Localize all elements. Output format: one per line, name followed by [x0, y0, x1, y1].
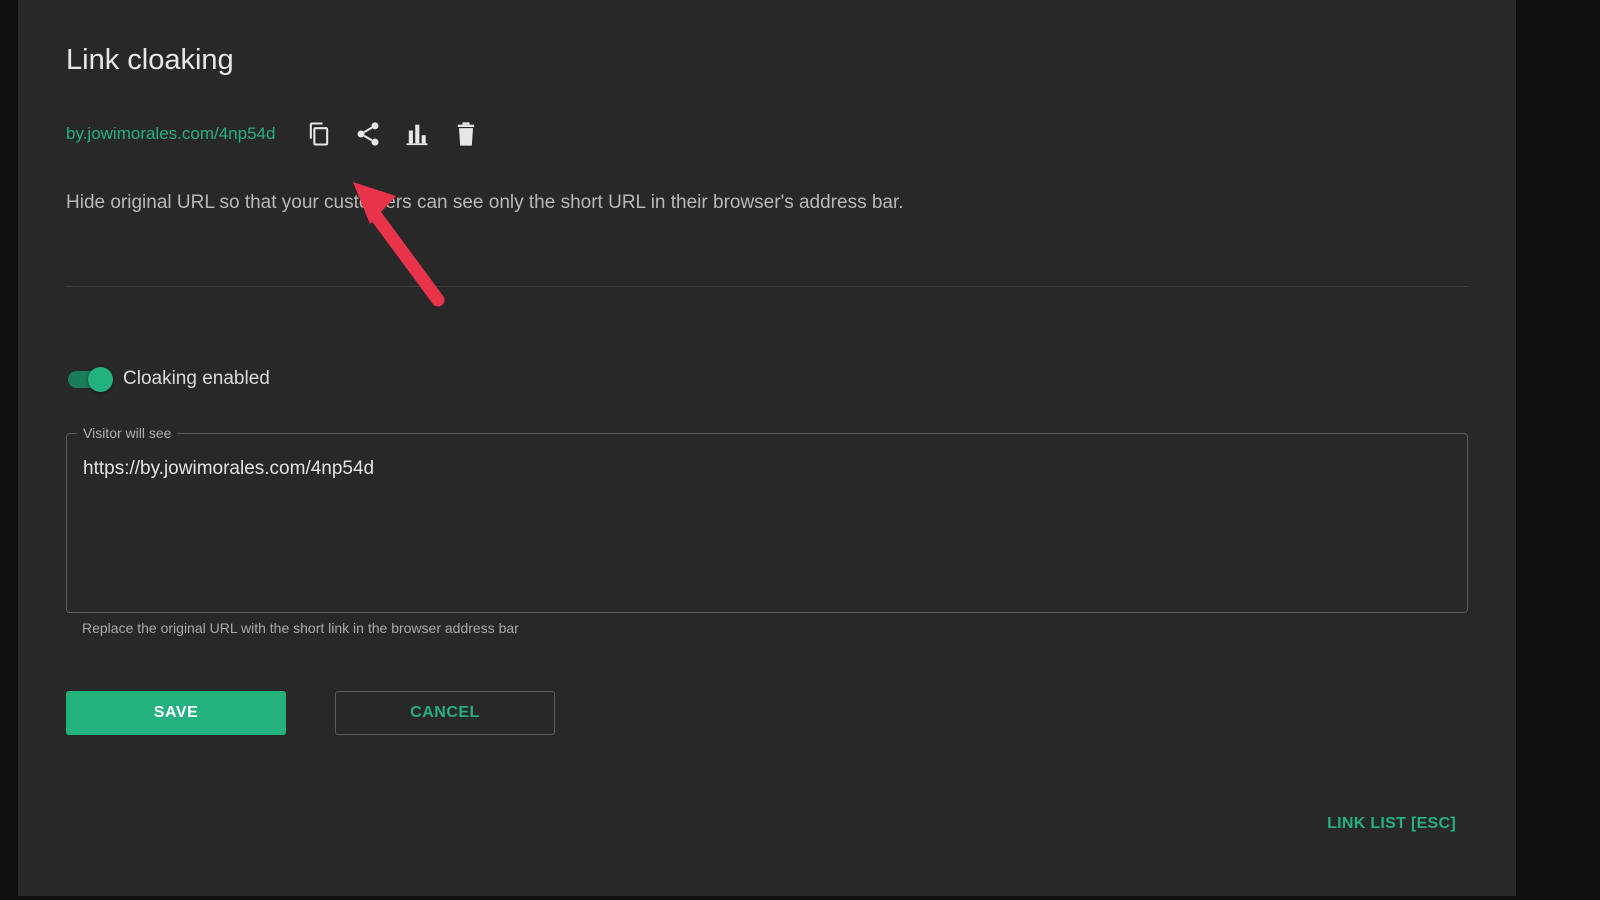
cancel-button[interactable]: CANCEL — [335, 691, 555, 735]
description: Hide original URL so that your customers… — [66, 192, 904, 213]
cloaking-toggle-row: Cloaking enabled — [66, 366, 270, 392]
save-button[interactable]: SAVE — [66, 691, 286, 735]
annotation-arrow-icon — [353, 182, 445, 307]
link-toolbar — [304, 119, 480, 148]
cloaking-toggle[interactable] — [66, 366, 114, 392]
page-title: Link cloaking — [66, 44, 234, 76]
link-list-button[interactable]: LINK LIST [ESC] — [1327, 815, 1456, 833]
cloaking-toggle-label: Cloaking enabled — [123, 368, 270, 389]
copy-icon[interactable] — [304, 119, 333, 148]
stats-icon[interactable] — [402, 119, 431, 148]
link-cloaking-panel: Link cloaking by.jowimorales.com/4np54d — [18, 0, 1516, 896]
share-icon[interactable] — [353, 119, 382, 148]
short-link[interactable]: by.jowimorales.com/4np54d — [66, 124, 275, 144]
visitor-will-see-field[interactable]: Visitor will see https://by.jowimorales.… — [66, 425, 1468, 613]
trash-icon[interactable] — [451, 119, 480, 148]
field-value[interactable]: https://by.jowimorales.com/4np54d — [83, 458, 374, 480]
field-legend: Visitor will see — [77, 425, 178, 441]
divider — [66, 286, 1468, 287]
toggle-knob — [88, 367, 113, 392]
field-helper-text: Replace the original URL with the short … — [82, 620, 519, 636]
